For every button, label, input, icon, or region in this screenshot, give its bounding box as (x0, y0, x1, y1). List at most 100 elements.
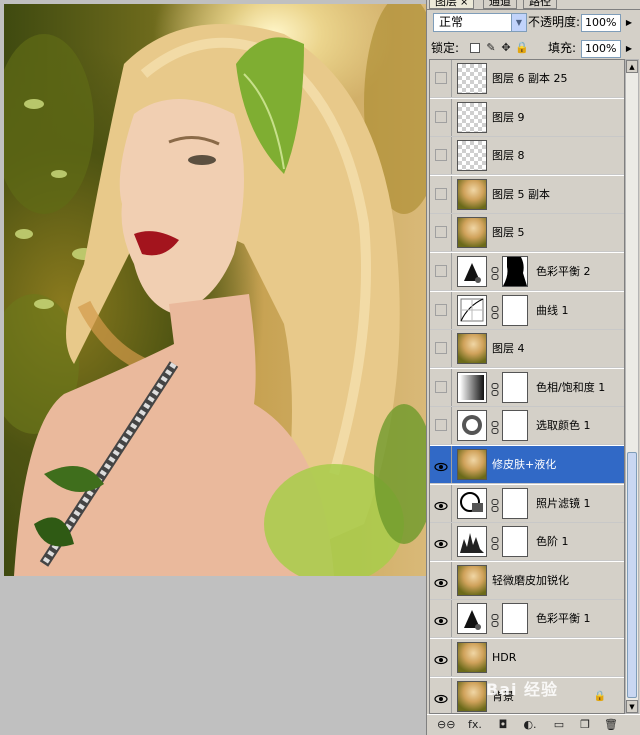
visibility-toggle[interactable] (430, 368, 452, 406)
visibility-toggle[interactable] (430, 175, 452, 213)
mask-link-icon[interactable] (491, 535, 499, 551)
visibility-toggle[interactable] (430, 639, 452, 676)
hidden-eye-box[interactable] (435, 149, 447, 162)
scroll-up-icon[interactable]: ▲ (626, 60, 638, 73)
layer-list-scrollbar[interactable]: ▲ ▼ (625, 59, 639, 714)
hidden-eye-box[interactable] (435, 265, 447, 277)
eye-icon[interactable] (434, 651, 448, 665)
eye-icon[interactable] (434, 535, 448, 549)
visibility-toggle[interactable] (430, 214, 452, 252)
layer-thumbnail (457, 449, 487, 480)
close-icon[interactable]: × (460, 0, 468, 8)
visibility-toggle[interactable] (430, 484, 452, 522)
group-folder-icon[interactable]: ▭ (551, 718, 567, 732)
fx-icon[interactable]: fx. (467, 718, 483, 732)
eye-icon[interactable] (434, 612, 448, 626)
hidden-eye-box[interactable] (435, 419, 447, 432)
layer-mask-thumbnail[interactable] (502, 526, 528, 558)
visibility-toggle[interactable] (430, 137, 452, 175)
blend-mode-select[interactable]: 正常 ▼ (433, 13, 527, 32)
hidden-eye-box[interactable] (435, 72, 447, 84)
visibility-toggle[interactable] (430, 523, 452, 561)
eye-icon[interactable] (434, 690, 448, 703)
layer-list[interactable]: 图层 6 副本 25 图层 9 图层 8 图层 5 副本 图层 5 色彩平衡 2 曲线 1 图… (429, 59, 625, 714)
mask-link-icon[interactable] (491, 497, 499, 512)
visibility-toggle[interactable] (430, 291, 452, 329)
mask-link-icon[interactable] (491, 381, 499, 396)
layer-name: 图层 8 (492, 149, 525, 163)
layer-row[interactable]: 图层 4 (430, 330, 624, 369)
layer-row[interactable]: 图层 8 (430, 137, 624, 176)
tab-paths-label: 路径 (529, 0, 551, 8)
layer-mask-thumbnail[interactable] (502, 371, 528, 403)
scroll-down-icon[interactable]: ▼ (626, 700, 638, 713)
layer-mask-thumbnail[interactable] (502, 256, 528, 287)
lock-row: 锁定: ✎ ✥ 🔒 填充: 100% ▶ (427, 38, 640, 60)
lock-position-icon[interactable]: ✥ (500, 42, 512, 54)
layer-mask-thumbnail[interactable] (502, 294, 528, 326)
hidden-eye-box[interactable] (435, 110, 447, 123)
chevron-down-icon[interactable]: ▼ (511, 14, 526, 31)
lock-pixels-icon[interactable]: ✎ (485, 42, 497, 54)
mask-link-icon[interactable] (491, 612, 499, 628)
eye-icon[interactable] (434, 458, 448, 472)
layer-row[interactable]: HDR (430, 639, 624, 677)
layer-mask-thumbnail[interactable] (502, 410, 528, 442)
lock-all-icon[interactable]: 🔒 (515, 42, 529, 54)
layer-row[interactable]: 图层 5 副本 (430, 175, 624, 214)
tab-paths[interactable]: 路径 (523, 0, 557, 9)
document-image[interactable] (4, 4, 426, 576)
canvas-area[interactable] (0, 0, 426, 735)
visibility-toggle[interactable] (430, 60, 452, 97)
layer-row[interactable]: 色彩平衡 2 (430, 253, 624, 291)
eye-icon[interactable] (434, 497, 448, 510)
fill-input[interactable]: 100% (581, 40, 621, 58)
visibility-toggle[interactable] (430, 561, 452, 599)
fill-arrow-icon[interactable]: ▶ (624, 41, 634, 57)
hidden-eye-box[interactable] (435, 342, 447, 355)
tab-channels[interactable]: 通道 (483, 0, 517, 9)
layer-row[interactable]: 修皮肤+液化 (430, 446, 624, 484)
opacity-arrow-icon[interactable]: ▶ (624, 15, 634, 31)
layer-row[interactable]: 图层 5 (430, 214, 624, 253)
mask-link-icon[interactable] (491, 304, 499, 319)
layer-row[interactable]: 曲线 1 (430, 291, 624, 330)
visibility-toggle[interactable] (430, 98, 452, 136)
layer-row[interactable]: 色相/饱和度 1 (430, 368, 624, 407)
mask-link-icon[interactable] (491, 265, 499, 280)
layer-row[interactable]: 照片滤镜 1 (430, 484, 624, 523)
adjustment-icon[interactable]: ◐. (522, 718, 538, 732)
layer-row[interactable]: 色彩平衡 1 (430, 600, 624, 639)
link-icon[interactable]: ⊖⊖ (437, 718, 455, 732)
layer-row[interactable]: 色阶 1 (430, 523, 624, 562)
lock-transparency-icon[interactable] (470, 43, 480, 53)
tab-channels-label: 通道 (489, 0, 511, 8)
visibility-toggle[interactable] (430, 600, 452, 638)
visibility-toggle[interactable] (430, 677, 452, 713)
layer-row[interactable]: 选取颜色 1 (430, 407, 624, 446)
visibility-toggle[interactable] (430, 330, 452, 368)
new-layer-icon[interactable]: ❐ (577, 718, 593, 732)
layer-mask-thumbnail[interactable] (502, 487, 528, 519)
layer-mask-thumbnail[interactable] (502, 603, 528, 635)
layer-row[interactable]: 图层 9 (430, 98, 624, 137)
layer-row[interactable]: 图层 6 副本 25 (430, 60, 624, 98)
opacity-input[interactable]: 100% (581, 14, 621, 32)
layer-row[interactable]: 轻微磨皮加锐化 (430, 561, 624, 600)
visibility-toggle[interactable] (430, 407, 452, 445)
visibility-toggle[interactable] (430, 253, 452, 290)
trash-icon[interactable]: 🗑 (603, 718, 619, 732)
mask-link-icon[interactable] (491, 419, 499, 435)
layer-thumbnail (457, 371, 487, 403)
layer-name: 选取颜色 1 (536, 419, 591, 433)
visibility-toggle[interactable] (430, 446, 452, 483)
hidden-eye-box[interactable] (435, 187, 447, 200)
hidden-eye-box[interactable] (435, 226, 447, 239)
scrollbar-thumb[interactable] (627, 452, 637, 698)
hidden-eye-box[interactable] (435, 303, 447, 316)
layer-thumbnail (457, 140, 487, 172)
tab-layers[interactable]: 图层 × (429, 0, 475, 9)
eye-icon[interactable] (434, 574, 448, 587)
hidden-eye-box[interactable] (435, 380, 447, 393)
mask-icon[interactable]: ◘ (495, 718, 511, 732)
